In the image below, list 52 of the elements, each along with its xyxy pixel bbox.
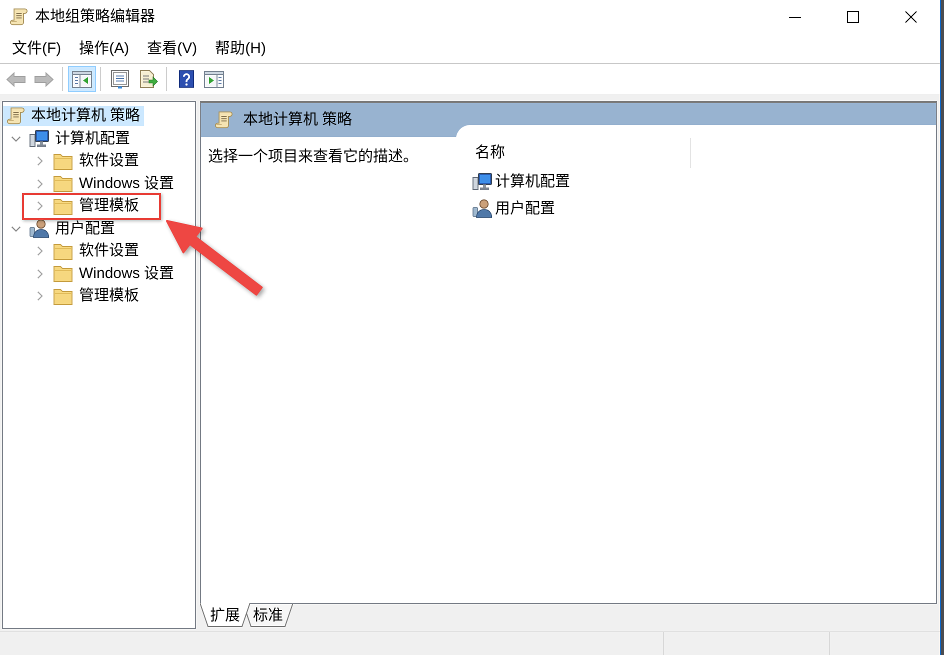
chevron-down-icon[interactable] (11, 136, 21, 142)
tree-item[interactable]: 管理模板 (49, 196, 143, 216)
computer-icon (29, 130, 49, 148)
user-icon (472, 199, 492, 218)
scroll-icon (7, 106, 25, 126)
left-arrow-icon (6, 72, 26, 86)
list-item[interactable]: 计算机配置 (468, 168, 574, 195)
document-arrow-icon (138, 70, 158, 88)
window-panel-icon (72, 70, 92, 88)
pane-title: 本地计算机 策略 (243, 111, 352, 129)
folder-icon (53, 175, 73, 192)
folder-icon (53, 288, 73, 305)
list-item[interactable]: 用户配置 (468, 195, 559, 222)
folder-icon (53, 152, 73, 170)
menu-item[interactable]: 操作(A) (70, 38, 138, 60)
document-list-icon (110, 70, 130, 88)
tree-item[interactable]: 计算机配置 (25, 128, 134, 149)
menu-item[interactable]: 文件(F) (3, 38, 70, 60)
chevron-right-icon[interactable] (37, 291, 43, 302)
maximize-icon (847, 11, 859, 23)
folder-icon (53, 198, 73, 215)
tree-item[interactable]: 管理模板 (49, 286, 143, 306)
view-tab[interactable]: 扩展 (200, 603, 250, 627)
folder-icon (53, 242, 73, 260)
menu-item[interactable]: 帮助(H) (206, 38, 275, 60)
chevron-right-icon[interactable] (37, 156, 43, 166)
chevron-right-icon[interactable] (37, 201, 43, 212)
folder-icon (53, 265, 73, 282)
tree-item[interactable]: 软件设置 (49, 151, 143, 172)
window-title: 本地组策略编辑器 (35, 8, 155, 26)
chevron-right-icon[interactable] (37, 178, 43, 189)
computer-icon (472, 172, 492, 190)
description-text: 选择一个项目来查看它的描述。 (208, 148, 418, 165)
chevron-right-icon[interactable] (37, 246, 43, 256)
user-icon (29, 219, 49, 238)
tree-item[interactable]: 软件设置 (49, 241, 143, 262)
tree-item[interactable]: 本地计算机 策略 (3, 106, 144, 126)
chevron-down-icon[interactable] (11, 226, 21, 232)
menu-item[interactable]: 查看(V) (138, 38, 206, 60)
tree-toggle-button[interactable] (68, 66, 96, 92)
tree-item[interactable]: Windows 设置 (49, 264, 178, 284)
window-play-icon (204, 70, 224, 88)
right-arrow-icon (34, 72, 54, 86)
column-header[interactable]: 名称 (468, 138, 691, 168)
tree-item[interactable]: Windows 设置 (49, 174, 178, 194)
chevron-right-icon[interactable] (37, 268, 43, 279)
scroll-icon (10, 7, 28, 27)
tree-item[interactable]: 用户配置 (25, 218, 119, 239)
scroll-icon (215, 110, 233, 130)
minimize-icon (789, 16, 801, 18)
close-icon (905, 11, 917, 23)
help-icon (178, 70, 194, 88)
